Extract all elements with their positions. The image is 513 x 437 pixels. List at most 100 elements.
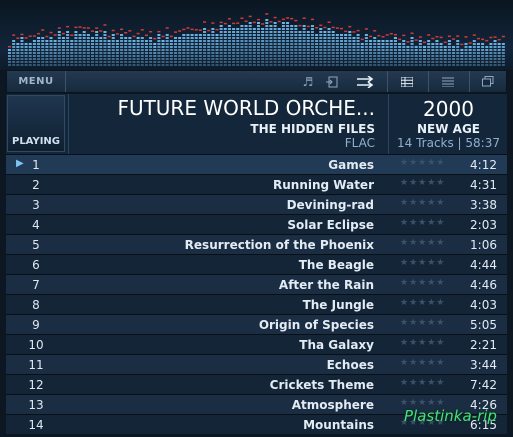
spectrum-segment (244, 31, 248, 33)
rating-stars-icon[interactable]: ★★★★★ (400, 178, 445, 188)
rating-stars-icon[interactable]: ★★★★★ (400, 198, 445, 208)
spectrum-peak (178, 30, 182, 32)
spectrum-segment (248, 49, 252, 51)
restore-window-icon[interactable] (477, 71, 499, 92)
spectrum-segment (153, 61, 157, 63)
spectrum-segment (302, 28, 306, 30)
track-row[interactable]: 5 Resurrection of the Phoenix ★★★★★ 1:06 (6, 234, 507, 254)
spectrum-segment (70, 64, 74, 66)
spectrum-segment (24, 55, 28, 57)
rating-stars-icon[interactable]: ★★★★★ (400, 218, 445, 228)
track-row[interactable]: ▶ 1 Games ★★★★★ 4:12 (6, 154, 507, 174)
spectrum-segment (178, 58, 182, 60)
spectrum-segment (211, 37, 215, 39)
rating-stars-icon[interactable]: ★★★★★ (400, 158, 445, 168)
spectrum-segment (281, 40, 285, 42)
spectrum-segment (45, 43, 49, 45)
spectrum-segment (389, 46, 393, 48)
track-row[interactable]: 7 After the Rain ★★★★★ 4:46 (6, 274, 507, 294)
album-art-placeholder[interactable]: PLAYING (7, 95, 65, 152)
grid-view-icon[interactable] (396, 71, 418, 92)
spectrum-segment (86, 43, 90, 45)
spectrum-segment (352, 49, 356, 51)
spectrum-segment (447, 58, 451, 60)
spectrum-segment (107, 61, 111, 63)
spectrum-segment (348, 52, 352, 54)
spectrum-segment (277, 46, 281, 48)
spectrum-segment (203, 64, 207, 66)
spectrum-segment (431, 61, 435, 63)
track-row[interactable]: 3 Devining-rad ★★★★★ 3:38 (6, 194, 507, 214)
spectrum-segment (8, 49, 11, 51)
spectrum-segment (315, 34, 319, 36)
track-row[interactable]: 12 Crickets Theme ★★★★★ 7:42 (6, 374, 507, 394)
spectrum-segment (273, 61, 277, 63)
spectrum-segment (356, 55, 360, 57)
spectrum-segment (61, 49, 65, 51)
spectrum-segment (290, 25, 294, 27)
music-note-icon[interactable]: ♬ (297, 71, 319, 92)
spectrum-segment (182, 34, 186, 36)
spectrum-segment (315, 46, 319, 48)
spectrum-segment (340, 34, 343, 36)
list-view-icon[interactable] (437, 71, 459, 92)
rating-stars-icon[interactable]: ★★★★★ (400, 238, 445, 248)
rating-stars-icon[interactable]: ★★★★★ (400, 378, 445, 388)
rating-stars-icon[interactable]: ★★★★★ (400, 278, 445, 288)
rating-stars-icon[interactable]: ★★★★★ (400, 338, 445, 348)
spectrum-segment (12, 52, 16, 54)
rating-stars-icon[interactable]: ★★★★★ (400, 318, 445, 328)
spectrum-segment (115, 49, 119, 51)
track-row[interactable]: 11 Echoes ★★★★★ 3:44 (6, 354, 507, 374)
spectrum-segment (82, 43, 86, 45)
spectrum-peak (103, 24, 107, 26)
track-row[interactable]: 8 The Jungle ★★★★★ 4:03 (6, 294, 507, 314)
spectrum-segment (290, 40, 294, 42)
spectrum-segment (385, 52, 389, 54)
menu-button[interactable]: MENU (7, 71, 66, 92)
spectrum-segment (364, 58, 368, 60)
track-row[interactable]: 2 Running Water ★★★★★ 4:31 (6, 174, 507, 194)
spectrum-segment (410, 43, 414, 45)
spectrum-peak (16, 37, 20, 39)
spectrum-segment (161, 43, 165, 45)
spectrum-segment (140, 49, 144, 51)
spectrum-segment (136, 43, 140, 45)
rating-stars-icon[interactable]: ★★★★★ (400, 358, 445, 368)
spectrum-segment (128, 55, 132, 57)
shuffle-arrows-icon[interactable] (353, 71, 379, 92)
spectrum-segment (294, 52, 298, 54)
spectrum-segment (373, 55, 377, 57)
spectrum-peak (406, 41, 410, 43)
spectrum-segment (132, 46, 136, 48)
track-row[interactable]: 6 The Beagle ★★★★★ 4:44 (6, 254, 507, 274)
spectrum-segment (157, 46, 161, 48)
spectrum-segment (269, 52, 273, 54)
spectrum-segment (66, 31, 70, 33)
spectrum-segment (485, 49, 489, 51)
rating-stars-icon[interactable]: ★★★★★ (400, 298, 445, 308)
spectrum-segment (37, 52, 41, 54)
spectrum-peak (49, 31, 53, 34)
spectrum-segment (24, 58, 28, 60)
rating-stars-icon[interactable]: ★★★★★ (400, 258, 445, 268)
spectrum-segment (310, 49, 314, 51)
spectrum-segment (86, 37, 90, 39)
spectrum-segment (485, 64, 489, 66)
track-row[interactable]: 10 Tha Galaxy ★★★★★ 2:21 (6, 334, 507, 354)
spectrum-segment (452, 61, 456, 63)
spectrum-segment (41, 58, 45, 60)
spectrum-segment (356, 43, 360, 45)
spectrum-segment (398, 46, 402, 48)
spectrum-segment (298, 37, 302, 39)
spectrum-segment (302, 61, 306, 63)
import-icon[interactable] (321, 71, 343, 92)
spectrum-peak (144, 34, 148, 37)
spectrum-segment (398, 55, 402, 57)
spectrum-segment (431, 58, 435, 60)
spectrum-segment (269, 43, 273, 45)
spectrum-segment (310, 64, 314, 66)
spectrum-segment (286, 58, 290, 60)
track-row[interactable]: 9 Origin of Species ★★★★★ 5:05 (6, 314, 507, 334)
track-row[interactable]: 4 Solar Eclipse ★★★★★ 2:03 (6, 214, 507, 234)
